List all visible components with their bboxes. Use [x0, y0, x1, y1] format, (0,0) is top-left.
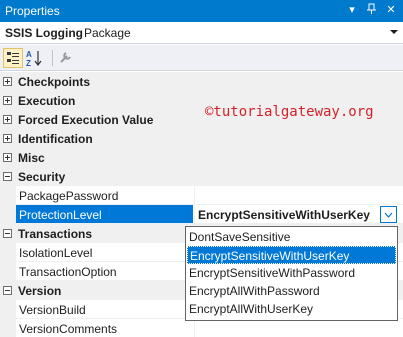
expand-icon[interactable]: [3, 134, 12, 143]
category-label: Security: [18, 170, 66, 184]
property-pages-button[interactable]: [57, 48, 77, 68]
property-row-selected[interactable]: ProtectionLevel EncryptSensitiveWithUser…: [0, 205, 403, 224]
property-name: VersionComments: [19, 322, 118, 336]
protection-level-value: EncryptSensitiveWithUserKey: [198, 208, 370, 222]
chevron-down-icon: [384, 209, 393, 218]
dropdown-option[interactable]: EncryptSensitiveWithPassword: [187, 264, 396, 282]
object-type: Package: [84, 26, 131, 40]
category-label: Transactions: [18, 227, 93, 241]
svg-text:A: A: [26, 50, 32, 59]
window-title: Properties: [5, 4, 60, 18]
collapse-icon[interactable]: [3, 286, 12, 295]
dropdown-option[interactable]: DontSaveSensitive: [187, 228, 396, 246]
properties-toolbar: A Z: [0, 45, 403, 71]
collapse-icon[interactable]: [3, 229, 12, 238]
category-label: Misc: [18, 151, 45, 165]
category-row[interactable]: Checkpoints: [0, 72, 403, 91]
category-row[interactable]: Security: [0, 167, 403, 186]
category-row[interactable]: Misc: [0, 148, 403, 167]
categorized-icon: [7, 52, 19, 64]
property-row[interactable]: VersionComments: [0, 319, 403, 337]
watermark-text: ©tutorialgateway.org: [205, 104, 374, 120]
window-menu-icon[interactable]: ▾: [345, 3, 359, 17]
object-selector[interactable]: SSIS Logging Package: [0, 22, 403, 44]
toolbar-separator: [52, 50, 53, 66]
category-row[interactable]: Identification: [0, 129, 403, 148]
property-value[interactable]: [194, 319, 403, 337]
category-label: Execution: [18, 94, 76, 108]
collapse-icon[interactable]: [3, 172, 12, 181]
dropdown-button[interactable]: [380, 206, 397, 223]
wrench-icon: [60, 52, 71, 63]
chevron-down-icon[interactable]: [390, 30, 398, 34]
expand-icon[interactable]: [3, 115, 12, 124]
category-label: Forced Execution Value: [18, 113, 154, 127]
category-label: Version: [18, 284, 62, 298]
property-row[interactable]: PackagePassword: [0, 186, 403, 205]
categorized-button[interactable]: [3, 48, 23, 68]
property-value[interactable]: EncryptSensitiveWithUserKey: [194, 205, 403, 224]
properties-titlebar: Properties ▾ ✕: [0, 0, 403, 22]
dropdown-option-selected[interactable]: EncryptSensitiveWithUserKey: [187, 246, 396, 264]
alphabetical-button[interactable]: A Z: [25, 48, 45, 68]
pin-icon[interactable]: [365, 3, 379, 17]
close-icon[interactable]: ✕: [384, 3, 398, 17]
property-value[interactable]: [194, 186, 403, 205]
expand-icon[interactable]: [3, 77, 12, 86]
category-label: Checkpoints: [18, 75, 91, 89]
object-name: SSIS Logging: [5, 26, 83, 40]
property-name: TransactionOption: [19, 265, 117, 279]
property-name: IsolationLevel: [19, 246, 93, 260]
property-name: ProtectionLevel: [19, 208, 102, 222]
protection-level-dropdown-list[interactable]: DontSaveSensitive EncryptSensitiveWithUs…: [185, 226, 398, 321]
dropdown-option[interactable]: EncryptAllWithUserKey: [187, 300, 396, 318]
property-name: PackagePassword: [19, 189, 119, 203]
dropdown-option[interactable]: EncryptAllWithPassword: [187, 282, 396, 300]
svg-text:Z: Z: [26, 59, 31, 68]
expand-icon[interactable]: [3, 153, 12, 162]
category-label: Identification: [18, 132, 93, 146]
expand-icon[interactable]: [3, 96, 12, 105]
property-name: VersionBuild: [19, 303, 86, 317]
alphabetical-icon: A Z: [26, 50, 42, 68]
